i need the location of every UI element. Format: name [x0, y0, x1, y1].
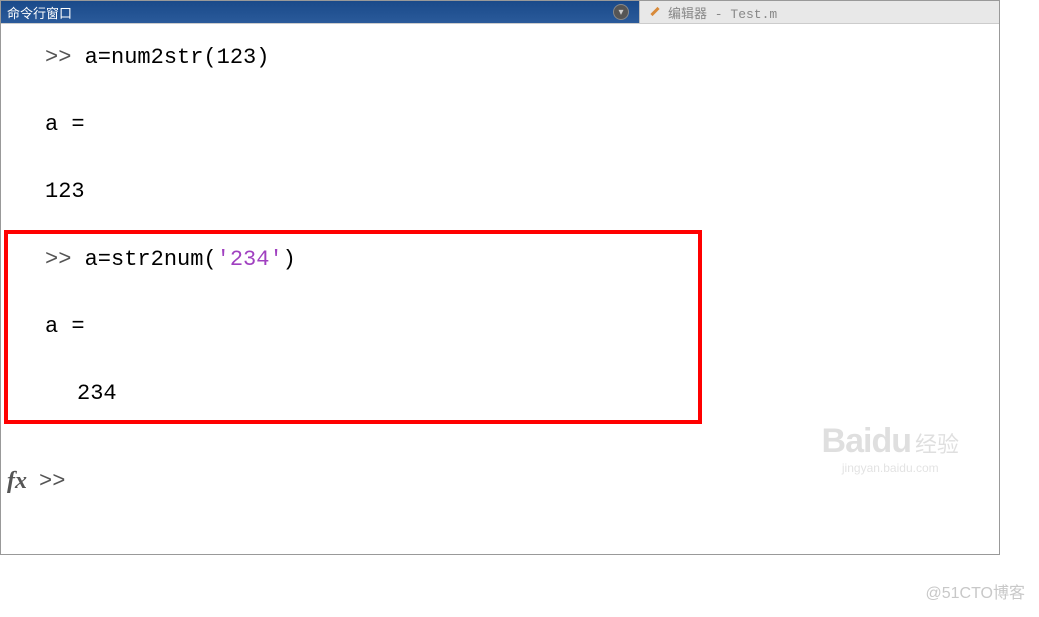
- dropdown-icon[interactable]: ▾: [613, 4, 629, 20]
- inactive-tab-editor[interactable]: 编辑器 - Test.m: [639, 1, 999, 23]
- code-line-2: >> a=str2num('234'): [1, 238, 999, 281]
- command-window-content[interactable]: >> a=num2str(123) a = 123 >> a=str2num('…: [1, 24, 999, 555]
- watermark-tag: 经验: [915, 434, 959, 459]
- app-window: 命令行窗口 ▾ 编辑器 - Test.m >> a=num2str(123) a…: [0, 0, 1000, 555]
- result-var-2: a =: [1, 305, 999, 348]
- active-tab[interactable]: 命令行窗口 ▾: [1, 1, 639, 23]
- fx-icon[interactable]: fx: [7, 468, 27, 495]
- prompt: >>: [45, 45, 71, 70]
- watermark-logo-2: du: [871, 422, 911, 460]
- result-val-2: 234: [1, 372, 999, 415]
- inactive-tab-label: 编辑器 - Test.m: [668, 3, 777, 22]
- titlebar-row: 命令行窗口 ▾ 编辑器 - Test.m: [1, 1, 999, 24]
- footer-credit: @51CTO博客: [925, 579, 1025, 603]
- prompt: >>: [45, 247, 71, 272]
- command-close: ): [283, 247, 296, 272]
- watermark-logo-1: Bai: [822, 422, 872, 460]
- window-title: 命令行窗口: [7, 3, 613, 22]
- watermark: Baidu经验 jingyan.baidu.com: [822, 422, 959, 475]
- prompt-row[interactable]: fx >>: [7, 468, 65, 495]
- result-val-1: 123: [1, 170, 999, 213]
- watermark-url: jingyan.baidu.com: [822, 461, 959, 475]
- command-func: a=str2num(: [85, 247, 217, 272]
- result-var-1: a =: [1, 103, 999, 146]
- pencil-icon: [648, 5, 662, 19]
- string-literal: '234': [217, 247, 283, 272]
- command-text: a=num2str(123): [85, 45, 270, 70]
- code-line-1: >> a=num2str(123): [1, 36, 999, 79]
- input-prompt: >>: [39, 469, 65, 494]
